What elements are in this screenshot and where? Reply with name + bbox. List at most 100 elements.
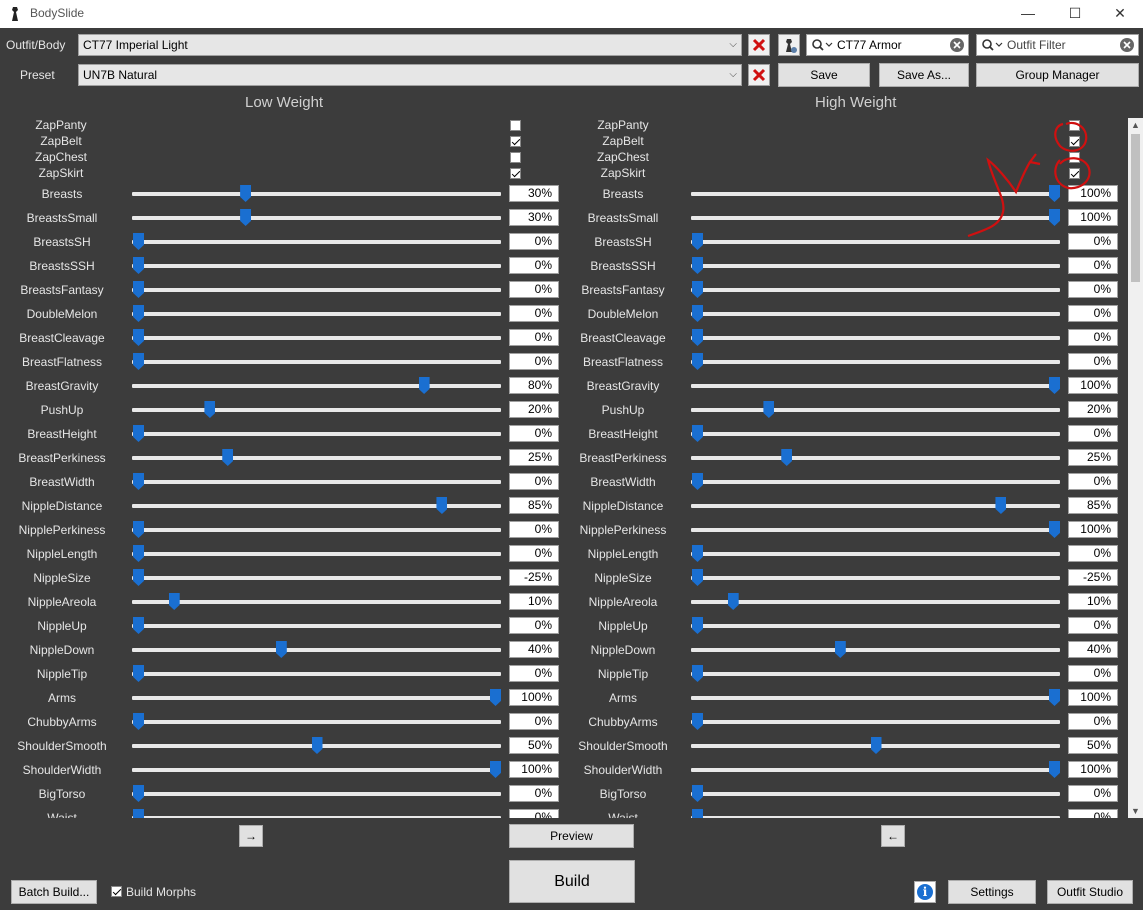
- slider-thumb-high[interactable]: [692, 353, 703, 370]
- slider-track-high[interactable]: [691, 521, 1060, 538]
- slider-thumb-low[interactable]: [133, 617, 144, 634]
- slider-thumb-low[interactable]: [133, 569, 144, 586]
- slider-track-low[interactable]: [132, 665, 501, 682]
- slider-value-low[interactable]: 0%: [509, 521, 559, 538]
- slider-thumb-low[interactable]: [133, 545, 144, 562]
- slider-thumb-low[interactable]: [311, 737, 323, 754]
- slider-thumb-low[interactable]: [133, 473, 144, 490]
- slider-value-low[interactable]: 0%: [509, 233, 559, 250]
- slider-track-high[interactable]: [691, 737, 1060, 754]
- slider-value-high[interactable]: 0%: [1068, 545, 1118, 562]
- scroll-up-icon[interactable]: ▲: [1128, 118, 1143, 132]
- slider-track-high[interactable]: [691, 809, 1060, 818]
- slider-track-low[interactable]: [132, 737, 501, 754]
- slider-value-high[interactable]: 0%: [1068, 713, 1118, 730]
- slider-thumb-low[interactable]: [133, 257, 144, 274]
- slider-track-high[interactable]: [691, 545, 1060, 562]
- slider-track-high[interactable]: [691, 305, 1060, 322]
- slider-track-low[interactable]: [132, 425, 501, 442]
- slider-track-low[interactable]: [132, 761, 501, 778]
- slider-value-high[interactable]: 100%: [1068, 185, 1118, 202]
- slider-value-high[interactable]: 0%: [1068, 785, 1118, 802]
- slider-thumb-low[interactable]: [490, 689, 501, 706]
- slider-track-low[interactable]: [132, 521, 501, 538]
- slider-value-low[interactable]: 80%: [509, 377, 559, 394]
- slider-thumb-low[interactable]: [133, 281, 144, 298]
- slider-track-low[interactable]: [132, 713, 501, 730]
- slider-value-high[interactable]: 20%: [1068, 401, 1118, 418]
- slider-thumb-low[interactable]: [133, 329, 144, 346]
- slider-value-high[interactable]: 100%: [1068, 377, 1118, 394]
- slider-thumb-low[interactable]: [133, 785, 144, 802]
- slider-thumb-high[interactable]: [1049, 761, 1060, 778]
- copy-high-to-low-button[interactable]: ←: [881, 825, 905, 847]
- slider-thumb-high[interactable]: [692, 305, 703, 322]
- slider-thumb-low[interactable]: [133, 665, 144, 682]
- slider-value-low[interactable]: 0%: [509, 425, 559, 442]
- slider-track-low[interactable]: [132, 209, 501, 226]
- slider-track-low[interactable]: [132, 545, 501, 562]
- slider-value-high[interactable]: 0%: [1068, 305, 1118, 322]
- slider-thumb-low[interactable]: [418, 377, 430, 394]
- slider-value-high[interactable]: 40%: [1068, 641, 1118, 658]
- copy-low-to-high-button[interactable]: →: [239, 825, 263, 847]
- slider-value-low[interactable]: 0%: [509, 281, 559, 298]
- slider-value-high[interactable]: 0%: [1068, 329, 1118, 346]
- slider-thumb-high[interactable]: [834, 641, 846, 658]
- slider-value-low[interactable]: 0%: [509, 329, 559, 346]
- batch-build-button[interactable]: Batch Build...: [11, 880, 97, 904]
- slider-track-low[interactable]: [132, 593, 501, 610]
- slider-value-low[interactable]: 40%: [509, 641, 559, 658]
- slider-thumb-high[interactable]: [1049, 521, 1060, 538]
- slider-thumb-high[interactable]: [727, 593, 739, 610]
- slider-thumb-high[interactable]: [1049, 185, 1060, 202]
- slider-value-low[interactable]: 0%: [509, 305, 559, 322]
- slider-thumb-high[interactable]: [692, 713, 703, 730]
- slider-thumb-high[interactable]: [763, 401, 775, 418]
- slider-value-low[interactable]: 100%: [509, 761, 559, 778]
- slider-thumb-low[interactable]: [133, 233, 144, 250]
- slider-thumb-high[interactable]: [870, 737, 882, 754]
- slider-track-high[interactable]: [691, 185, 1060, 202]
- slider-thumb-low[interactable]: [133, 425, 144, 442]
- scrollbar-thumb[interactable]: [1131, 134, 1140, 282]
- slider-value-low[interactable]: 20%: [509, 401, 559, 418]
- slider-value-low[interactable]: 25%: [509, 449, 559, 466]
- slider-track-high[interactable]: [691, 641, 1060, 658]
- slider-value-high[interactable]: 0%: [1068, 281, 1118, 298]
- slider-track-low[interactable]: [132, 449, 501, 466]
- slider-track-high[interactable]: [691, 449, 1060, 466]
- slider-value-high[interactable]: -25%: [1068, 569, 1118, 586]
- slider-track-high[interactable]: [691, 617, 1060, 634]
- slider-thumb-high[interactable]: [1049, 209, 1060, 226]
- slider-value-high[interactable]: 0%: [1068, 665, 1118, 682]
- slider-value-low[interactable]: 0%: [509, 713, 559, 730]
- slider-track-low[interactable]: [132, 185, 501, 202]
- slider-value-low[interactable]: 100%: [509, 689, 559, 706]
- slider-track-low[interactable]: [132, 809, 501, 818]
- slider-thumb-high[interactable]: [692, 545, 703, 562]
- slider-value-low[interactable]: 0%: [509, 257, 559, 274]
- outfit-studio-button[interactable]: Outfit Studio: [1047, 880, 1133, 904]
- slider-value-high[interactable]: 0%: [1068, 473, 1118, 490]
- slider-thumb-high[interactable]: [692, 809, 703, 818]
- slider-value-high[interactable]: 0%: [1068, 233, 1118, 250]
- slider-value-low[interactable]: 0%: [509, 809, 559, 818]
- slider-value-high[interactable]: 0%: [1068, 257, 1118, 274]
- build-morphs-checkbox[interactable]: [111, 886, 122, 897]
- slider-thumb-high[interactable]: [692, 281, 703, 298]
- slider-thumb-low[interactable]: [133, 809, 144, 818]
- slider-track-low[interactable]: [132, 305, 501, 322]
- slider-value-low[interactable]: 30%: [509, 209, 559, 226]
- slider-thumb-high[interactable]: [692, 569, 703, 586]
- slider-thumb-high[interactable]: [781, 449, 793, 466]
- slider-value-low[interactable]: 50%: [509, 737, 559, 754]
- slider-thumb-high[interactable]: [692, 257, 703, 274]
- slider-thumb-high[interactable]: [692, 425, 703, 442]
- slider-value-high[interactable]: 100%: [1068, 521, 1118, 538]
- slider-track-high[interactable]: [691, 329, 1060, 346]
- slider-thumb-low[interactable]: [133, 353, 144, 370]
- slider-track-low[interactable]: [132, 617, 501, 634]
- slider-track-high[interactable]: [691, 473, 1060, 490]
- slider-track-high[interactable]: [691, 257, 1060, 274]
